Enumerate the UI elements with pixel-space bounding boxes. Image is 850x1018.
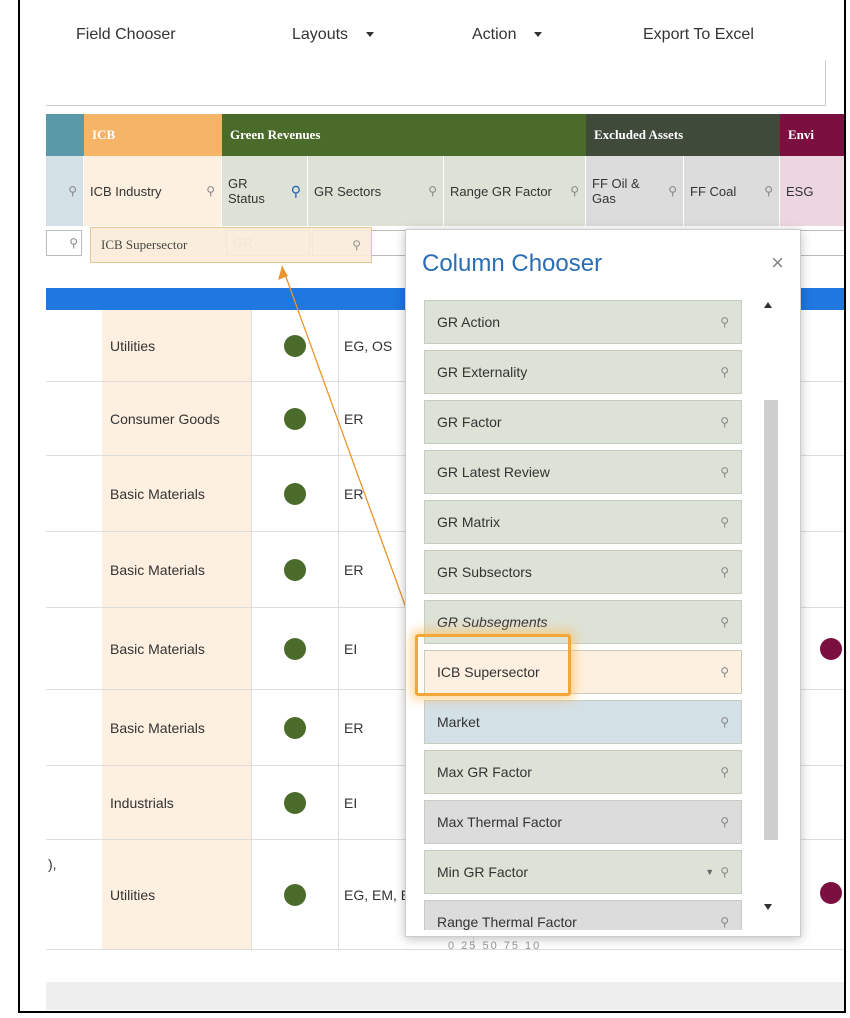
pin-icon[interactable]: ⚲ <box>720 765 729 779</box>
column-chooser-item-label: Range Thermal Factor <box>437 914 577 930</box>
column-chooser-item[interactable]: GR Action ⚲ <box>424 300 742 344</box>
chevron-down-icon[interactable]: ▼ <box>705 867 714 877</box>
pin-icon[interactable]: ⚲ <box>720 915 729 929</box>
column-chooser-item-label: Max GR Factor <box>437 764 532 780</box>
column-chooser-item-label: GR Latest Review <box>437 464 550 480</box>
column-chooser-item[interactable]: GR Subsegments ⚲ <box>424 600 742 644</box>
column-chooser-dialog: Column Chooser × GR Action ⚲ GR Externalit… <box>405 229 801 937</box>
column-chooser-item-label: GR Matrix <box>437 514 500 530</box>
column-chooser-item[interactable]: GR Subsectors ⚲ <box>424 550 742 594</box>
column-chooser-item-label: GR Externality <box>437 364 528 380</box>
column-chooser-title: Column Chooser <box>422 250 603 277</box>
pin-icon[interactable]: ⚲ <box>720 665 729 679</box>
pin-icon[interactable]: ⚲ <box>720 365 729 379</box>
column-chooser-item[interactable]: ICB Supersector ⚲ <box>424 650 742 694</box>
column-chooser-item-label: GR Subsectors <box>437 564 532 580</box>
column-chooser-item[interactable]: Range Thermal Factor ⚲ <box>424 900 742 930</box>
pin-icon[interactable]: ⚲ <box>720 565 729 579</box>
pin-icon[interactable]: ⚲ <box>720 465 729 479</box>
scroll-up-icon[interactable] <box>764 302 772 308</box>
pin-icon[interactable]: ⚲ <box>720 865 729 879</box>
column-chooser-list: GR Action ⚲ GR Externality ⚲ GR Factor ⚲ GR La… <box>424 300 742 930</box>
column-chooser-item-label: Min GR Factor <box>437 864 529 880</box>
chooser-scrollbar[interactable] <box>760 290 778 930</box>
column-chooser-item-label: GR Factor <box>437 414 502 430</box>
column-chooser-item[interactable]: Min GR Factor ▼ ⚲ <box>424 850 742 894</box>
column-chooser-item-label: GR Action <box>437 314 501 330</box>
column-chooser-item-label: Max Thermal Factor <box>437 814 562 830</box>
pin-icon[interactable]: ⚲ <box>720 715 729 729</box>
column-chooser-item[interactable]: GR Factor ⚲ <box>424 400 742 444</box>
close-icon[interactable]: × <box>771 250 784 276</box>
column-chooser-item[interactable]: Market ⚲ <box>424 700 742 744</box>
pin-icon[interactable]: ⚲ <box>720 315 729 329</box>
column-chooser-item[interactable]: GR Matrix ⚲ <box>424 500 742 544</box>
column-chooser-item[interactable]: Max GR Factor ⚲ <box>424 750 742 794</box>
scroll-thumb[interactable] <box>764 400 778 840</box>
column-chooser-item-label: GR Subsegments <box>437 614 548 630</box>
column-chooser-item[interactable]: Max Thermal Factor ⚲ <box>424 800 742 844</box>
column-chooser-item-label: ICB Supersector <box>437 664 540 680</box>
pin-icon[interactable]: ⚲ <box>720 615 729 629</box>
column-chooser-item[interactable]: GR Externality ⚲ <box>424 350 742 394</box>
column-chooser-item[interactable]: GR Latest Review ⚲ <box>424 450 742 494</box>
pin-icon[interactable]: ⚲ <box>720 415 729 429</box>
pin-icon[interactable]: ⚲ <box>720 515 729 529</box>
app-frame: Field Chooser Layouts Action Export To E… <box>18 0 846 1013</box>
pin-icon[interactable]: ⚲ <box>720 815 729 829</box>
column-chooser-item-label: Market <box>437 714 480 730</box>
scroll-down-icon[interactable] <box>764 904 772 910</box>
